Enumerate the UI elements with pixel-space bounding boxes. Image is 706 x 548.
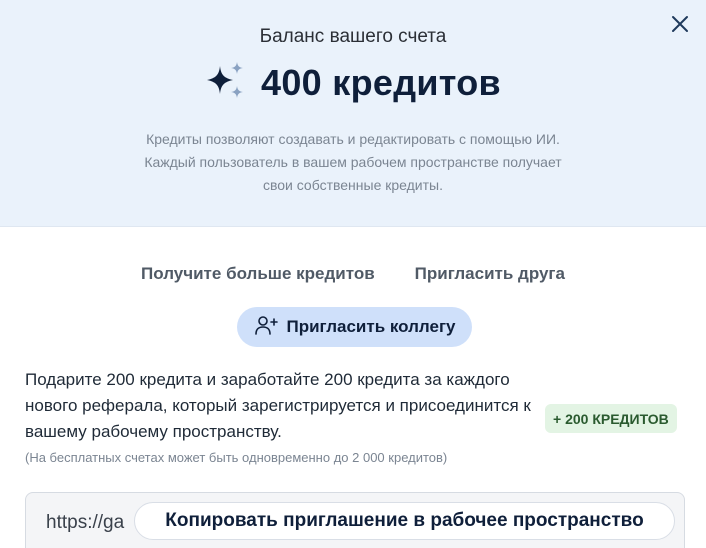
balance-panel: Баланс вашего счета 400 кредитов Кредиты… <box>0 0 706 227</box>
invite-link-text: https://ga <box>46 512 125 533</box>
tab-get-more-credits[interactable]: Получите больше кредитов <box>141 264 375 284</box>
free-account-note: (На бесплатных счетах может быть одновре… <box>25 450 448 465</box>
credit-amount-text: 400 кредитов <box>261 61 501 103</box>
balance-label: Баланс вашего счета <box>259 26 447 47</box>
sparkles-icon <box>205 60 245 105</box>
credits-badge: + 200 КРЕДИТОВ <box>545 404 677 433</box>
description-line: свои собственные кредиты. <box>262 177 443 193</box>
add-user-icon <box>254 314 278 341</box>
copy-invite-label: Копировать приглашение в рабочее простра… <box>165 510 644 531</box>
invite-colleague-label: Пригласить коллегу <box>286 317 456 336</box>
description-line: Кредиты позволяют создавать и редактиров… <box>146 131 560 147</box>
description-line: Каждый пользователь в вашем рабочем прос… <box>144 154 562 170</box>
credit-amount: 400 кредитов <box>0 60 706 105</box>
credits-description: Кредиты позволяют создавать и редактиров… <box>110 128 596 197</box>
invite-colleague-button[interactable]: Пригласить коллегу <box>237 307 472 347</box>
copy-invite-button[interactable]: Копировать приглашение в рабочее простра… <box>134 502 675 540</box>
tabs: Получите больше кредитов Пригласить друг… <box>0 264 706 284</box>
referral-description: Подарите 200 кредита и заработайте 200 к… <box>25 370 531 441</box>
tab-invite-friend[interactable]: Пригласить друга <box>415 264 565 284</box>
